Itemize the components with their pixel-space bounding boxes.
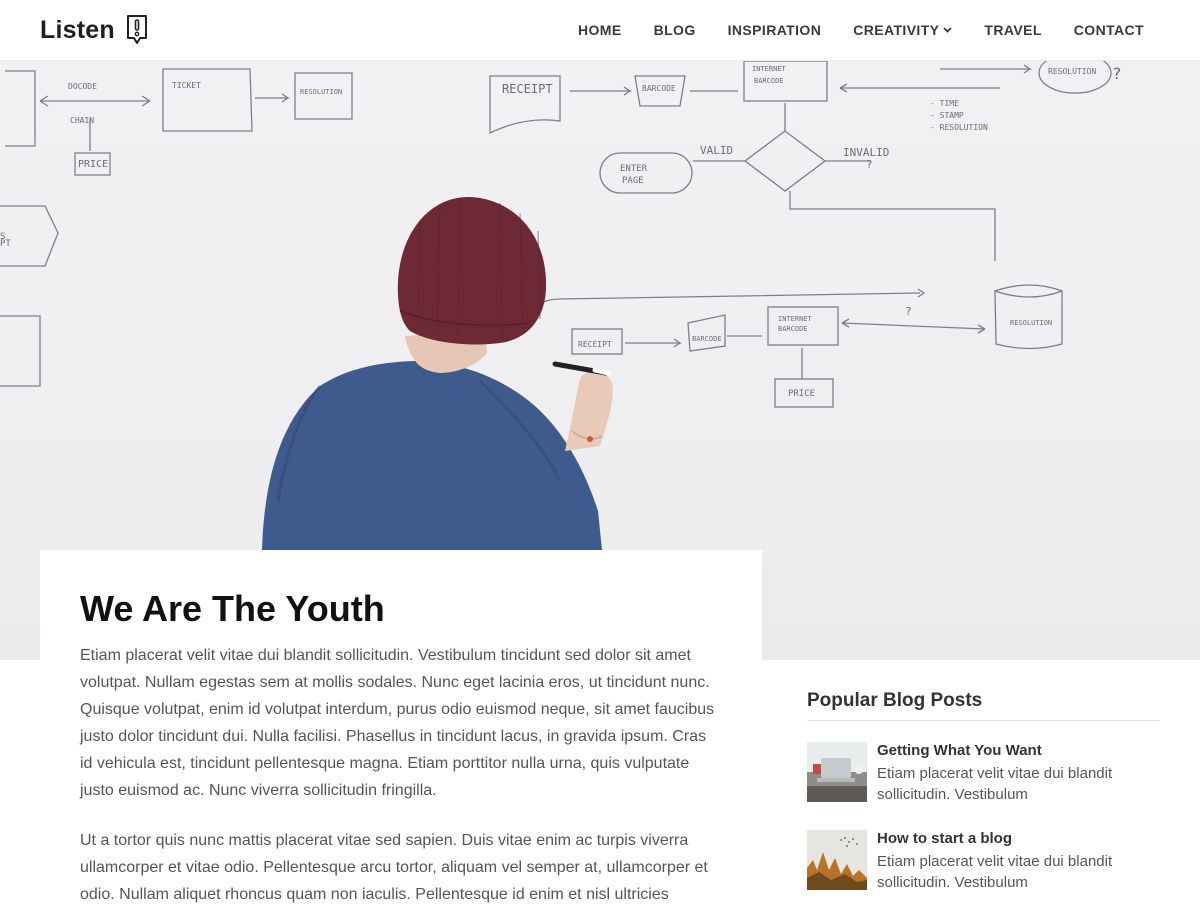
popular-post-item[interactable]: Getting What You Want Etiam placerat vel… [807,742,1160,804]
svg-text:RECEIPT: RECEIPT [502,82,553,96]
sidebar: Popular Blog Posts Getting What You Want… [807,690,1160,891]
chevron-down-icon [943,27,953,33]
svg-text:PAGE: PAGE [622,176,644,186]
laptop-desk-thumbnail[interactable] [807,742,867,802]
svg-text:BARCODE: BARCODE [692,335,722,343]
nav-home-label: HOME [577,22,622,38]
svg-text:RESOLUTION: RESOLUTION [300,88,342,96]
svg-text:TICKET: TICKET [172,81,201,90]
svg-text:- TIME: - TIME [930,99,959,108]
nav-travel[interactable]: TRAVEL [984,22,1041,38]
svg-text:- RESOLUTION: - RESOLUTION [930,123,988,132]
exclamation-badge-icon [126,15,147,44]
logo-text: Listen [40,15,115,44]
svg-text:DOCODE: DOCODE [68,82,97,91]
nav-inspiration-label: INSPIRATION [727,22,822,38]
nav-creativity-label: CREATIVITY [853,22,940,38]
svg-text:BARCODE: BARCODE [778,325,808,333]
post-title[interactable]: We Are The Youth [80,588,385,630]
svg-text:VALID: VALID [700,144,733,157]
popular-post-title[interactable]: How to start a blog [877,830,1012,847]
nav-contact[interactable]: CONTACT [1074,22,1144,38]
svg-text:- STAMP: - STAMP [930,111,964,120]
svg-text:BARCODE: BARCODE [642,84,676,93]
popular-post-excerpt: Etiam placerat velit vitae dui blandit s… [877,765,1113,803]
svg-text:RECEIPT: RECEIPT [578,340,612,349]
svg-text:?: ? [905,305,912,318]
svg-text:RESOLUTION: RESOLUTION [1010,319,1052,327]
svg-text:PT: PT [0,239,11,249]
svg-text:BARCODE: BARCODE [754,77,784,85]
popular-post-title[interactable]: Getting What You Want [877,742,1042,759]
nav-travel-label: TRAVEL [984,22,1042,38]
svg-text:ENTER: ENTER [620,164,648,174]
nav-contact-label: CONTACT [1073,22,1144,38]
svg-text:RESOLUTION: RESOLUTION [1048,67,1096,76]
whiteboard-label-price: PRICE [78,159,108,170]
site-logo[interactable]: Listen [40,12,149,48]
post-card: We Are The Youth Etiam placerat velit vi… [40,550,762,910]
nav-creativity[interactable]: CREATIVITY [853,22,953,38]
post-paragraph: Ut a tortor quis nunc mattis placerat vi… [80,832,708,903]
popular-post-item[interactable]: How to start a blog Etiam placerat velit… [807,830,1160,892]
nav-blog-label: BLOG [653,22,696,38]
svg-text:PRICE: PRICE [788,389,815,399]
svg-text:INTERNET: INTERNET [752,65,787,73]
autumn-trees-birds-thumbnail[interactable] [807,830,867,890]
site-header: Listen HOME BLOG INSPIRATION CREATIVITY … [0,0,1200,61]
svg-text:CHAIN: CHAIN [70,116,94,125]
widget-title: Popular Blog Posts [807,690,1160,721]
popular-post-excerpt: Etiam placerat velit vitae dui blandit s… [877,853,1113,891]
person-figure [262,196,613,550]
nav-home[interactable]: HOME [578,22,622,38]
nav-blog[interactable]: BLOG [654,22,696,38]
nav-inspiration[interactable]: INSPIRATION [728,22,822,38]
post-paragraph: Etiam placerat velit vitae dui blandit s… [80,647,715,799]
main-nav: HOME BLOG INSPIRATION CREATIVITY TRAVEL … [578,0,1144,60]
svg-text:INTERNET: INTERNET [778,315,813,323]
svg-text:?: ? [1112,64,1122,83]
svg-text:?: ? [866,158,873,171]
